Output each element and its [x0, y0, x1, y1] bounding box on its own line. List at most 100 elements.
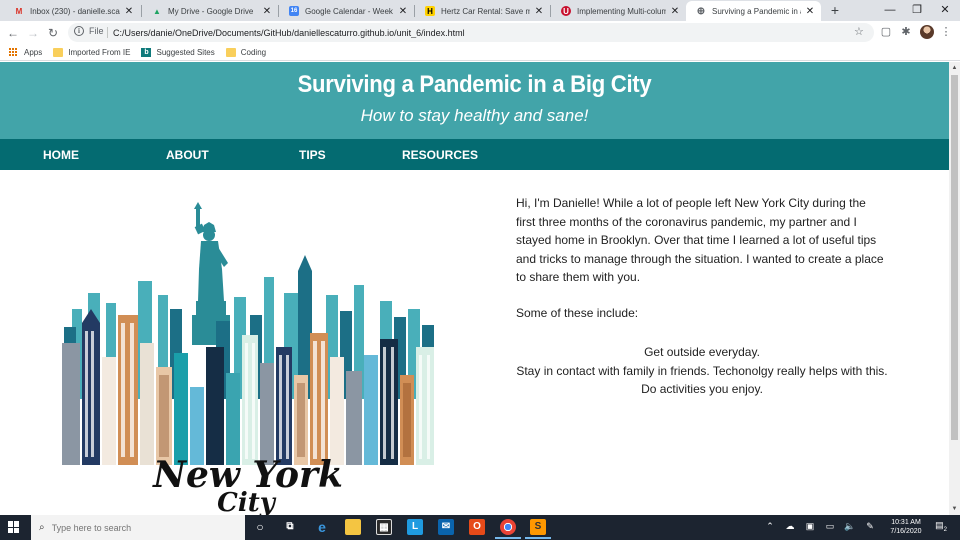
tips-list: Get outside everyday. Stay in contact wi… [516, 343, 888, 399]
windows-taskbar: ⌕ ○ ⧉ e ▦ L ✉ O S ⌃ ☁ ▣ ▭ 🔈 ✎ 10:31 AM 7… [0, 515, 960, 540]
bookmark-label: Coding [240, 47, 267, 57]
close-tab-icon[interactable]: ✕ [262, 6, 272, 17]
site-info-icon[interactable]: i [74, 26, 84, 36]
close-tab-icon[interactable]: ✕ [670, 6, 680, 17]
scroll-thumb[interactable] [951, 75, 958, 440]
edge-icon[interactable]: e [314, 519, 330, 535]
bookmark-label: Imported From IE [68, 47, 131, 57]
tab-title: Surviving a Pandemic in a Big [712, 6, 801, 16]
restore-button[interactable]: ❐ [902, 0, 932, 20]
browser-menu-icon[interactable]: ⋮ [940, 26, 952, 38]
pen-icon[interactable]: ✎ [864, 521, 876, 532]
scroll-up-arrow-icon[interactable]: ▲ [949, 62, 960, 74]
tab-title: Hertz Car Rental: Save more [441, 6, 530, 16]
nav-link-tips[interactable]: TIPS [299, 148, 326, 162]
hertz-icon: H [425, 6, 435, 16]
bing-icon: b [141, 47, 152, 57]
bookmark-coding[interactable]: Coding [225, 47, 267, 57]
close-tab-icon[interactable]: ✕ [124, 6, 134, 17]
extension-icon[interactable]: ▢ [880, 26, 892, 38]
office-icon[interactable]: O [469, 519, 485, 535]
tab-current-page[interactable]: ⊕ Surviving a Pandemic in a Big ✕ [686, 1, 821, 21]
tab-google-drive[interactable]: ▲ My Drive - Google Drive ✕ [142, 1, 278, 21]
close-window-button[interactable]: ✕ [930, 0, 960, 20]
tab-gmail[interactable]: M Inbox (230) - danielle.scaturr ✕ [4, 1, 140, 21]
url-input[interactable] [113, 25, 813, 40]
taskbar-search[interactable]: ⌕ [31, 515, 245, 540]
page-title: Surviving a Pandemic in a Big City [297, 71, 652, 98]
tab-title: Inbox (230) - danielle.scaturr [30, 6, 120, 16]
minimize-button[interactable]: — [875, 0, 905, 20]
new-york-city-illustration: New York City [58, 197, 438, 515]
close-tab-icon[interactable]: ✕ [534, 6, 544, 17]
tab-title: Google Calendar - Week of [305, 6, 394, 16]
taskbar-search-input[interactable] [51, 522, 232, 533]
system-clock[interactable]: 10:31 AM 7/16/2020 [882, 518, 930, 536]
reload-button[interactable]: ↻ [44, 24, 62, 42]
clock-time: 10:31 AM [891, 519, 921, 526]
new-tab-button[interactable]: + [827, 2, 843, 18]
nav-link-about[interactable]: ABOUT [166, 148, 209, 162]
close-tab-icon[interactable]: ✕ [805, 6, 815, 17]
page-scrollbar[interactable]: ▲ ▼ [949, 62, 960, 515]
hero-caption-line2: City [217, 488, 277, 515]
extensions-puzzle-icon[interactable]: ✱ [900, 26, 912, 38]
bookmark-suggested-sites[interactable]: b Suggested Sites [141, 47, 215, 57]
site-header: Surviving a Pandemic in a Big City How t… [0, 62, 949, 139]
tab-strip: M Inbox (230) - danielle.scaturr ✕ ▲ My … [0, 0, 960, 21]
meet-now-icon[interactable]: ▣ [804, 521, 816, 532]
scheme-label: File [89, 26, 104, 36]
battery-icon[interactable]: ▭ [824, 521, 836, 532]
address-bar[interactable]: i File [68, 23, 874, 42]
bookmark-imported-from-ie[interactable]: Imported From IE [53, 47, 131, 57]
windows-start-icon[interactable] [8, 521, 20, 533]
site-navigation: HOME ABOUT TIPS RESOURCES [0, 139, 949, 170]
list-intro: Some of these include: [516, 306, 639, 320]
mail-icon[interactable]: ✉ [438, 519, 454, 535]
notification-center-icon[interactable]: ▤2 [934, 520, 948, 534]
scroll-down-arrow-icon[interactable]: ▼ [949, 503, 960, 515]
search-icon: ⌕ [39, 522, 45, 533]
omnibox-divider [107, 27, 108, 38]
tray-overflow-icon[interactable]: ⌃ [764, 521, 776, 532]
google-calendar-icon: 16 [289, 6, 299, 16]
list-item: Do activities you enjoy. [641, 382, 763, 396]
skyline-graphic: New York City [62, 202, 434, 515]
google-drive-icon: ▲ [153, 6, 161, 16]
profile-avatar[interactable] [920, 25, 934, 39]
nav-link-home[interactable]: HOME [43, 148, 79, 162]
store-icon[interactable]: ▦ [376, 519, 392, 535]
globe-icon: ⊕ [696, 5, 706, 17]
cortana-icon[interactable]: ○ [252, 519, 268, 535]
close-tab-icon[interactable]: ✕ [398, 6, 408, 17]
tab-title: My Drive - Google Drive [168, 6, 254, 16]
bookmarks-bar: Apps Imported From IE b Suggested Sites … [0, 44, 960, 61]
page-subtitle: How to stay healthy and sane! [360, 106, 589, 125]
forward-button[interactable]: → [24, 24, 42, 42]
tab-hertz[interactable]: H Hertz Car Rental: Save more ✕ [415, 1, 550, 21]
folder-icon [225, 47, 236, 57]
tab-google-calendar[interactable]: 16 Google Calendar - Week of ✕ [279, 1, 414, 21]
sublime-text-icon[interactable]: S [525, 519, 551, 539]
page-viewport: Surviving a Pandemic in a Big City How t… [0, 62, 949, 515]
list-item: Stay in contact with family in friends. … [516, 363, 888, 378]
bookmark-label: Apps [24, 47, 43, 57]
apps-icon [9, 48, 19, 56]
nav-link-resources[interactable]: RESOURCES [402, 148, 478, 162]
chrome-icon[interactable] [495, 519, 521, 539]
notification-count: 2 [943, 526, 947, 533]
bookmark-label: Suggested Sites [156, 47, 215, 57]
onedrive-icon[interactable]: ☁ [784, 521, 796, 532]
bookmark-star-icon[interactable]: ☆ [854, 25, 864, 38]
intro-paragraph: Hi, I'm Danielle! While a lot of people … [516, 196, 884, 284]
back-button[interactable]: ← [4, 24, 22, 42]
lync-icon[interactable]: L [407, 519, 423, 535]
volume-icon[interactable]: 🔈 [844, 521, 856, 532]
file-explorer-icon[interactable] [345, 519, 361, 535]
folder-icon [53, 47, 64, 57]
task-view-icon[interactable]: ⧉ [282, 519, 298, 535]
browser-toolbar: ← → ↻ i File ☆ ▢ ✱ ⋮ [0, 21, 960, 44]
tab-title: Implementing Multi-column [577, 6, 666, 16]
tab-multi-column[interactable]: U Implementing Multi-column ✕ [551, 1, 686, 21]
bookmark-apps[interactable]: Apps [9, 48, 42, 57]
